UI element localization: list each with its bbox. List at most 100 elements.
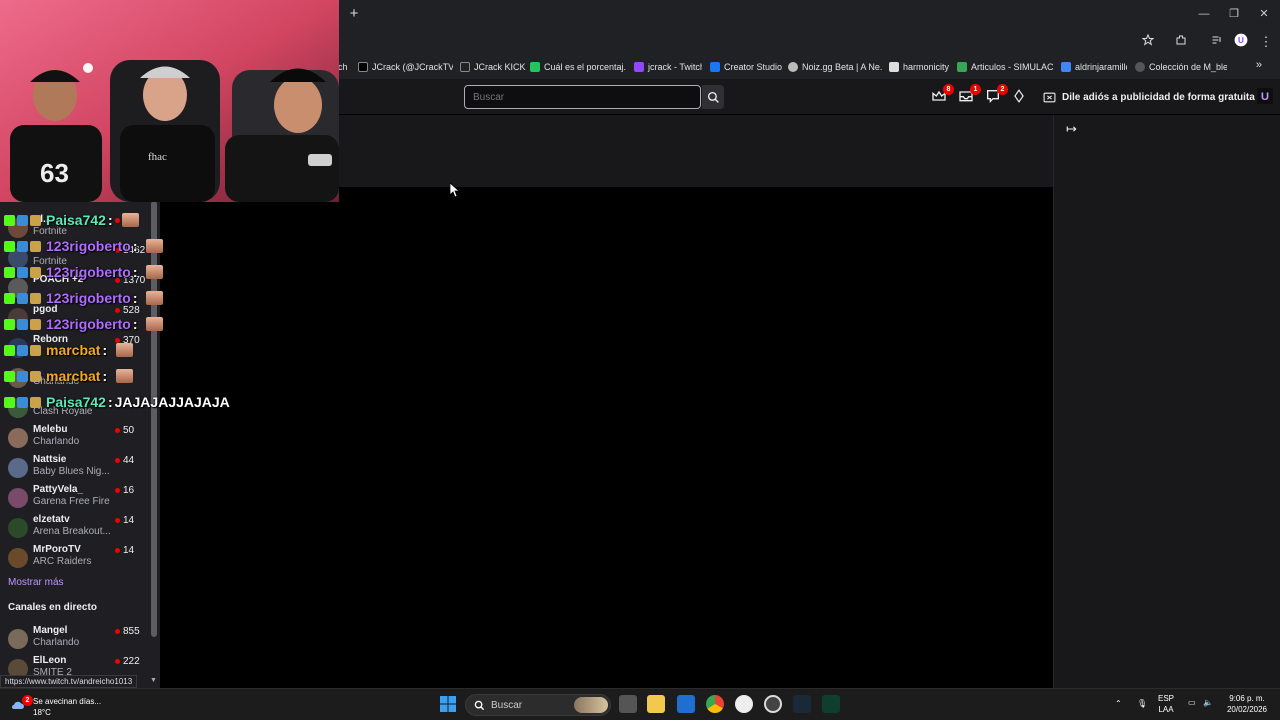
sidebar-channel-item[interactable]: PattyVela_ Garena Free Fire 16 bbox=[0, 482, 150, 512]
bookmarks-more-button[interactable]: » bbox=[1256, 59, 1262, 71]
extensions-icon[interactable] bbox=[1172, 33, 1190, 51]
network-icon[interactable]: ▭ bbox=[1188, 697, 1196, 708]
language-indicator[interactable]: ESP LAA bbox=[1158, 693, 1174, 715]
chat-username: marcbat bbox=[46, 342, 101, 358]
chat-separator: : bbox=[102, 342, 108, 358]
bookmark-item[interactable]: Cuál es el porcentaj... bbox=[530, 60, 626, 74]
taskbar-search[interactable]: Buscar bbox=[465, 694, 611, 716]
chat-separator: : bbox=[132, 238, 138, 254]
viewer-count-value: 16 bbox=[123, 485, 135, 496]
show-more-link[interactable]: Mostrar más bbox=[8, 577, 64, 588]
task-view-icon[interactable] bbox=[619, 695, 637, 713]
scroll-down-arrow-icon[interactable]: ▼ bbox=[150, 677, 157, 684]
kick-badge-icon bbox=[4, 370, 15, 382]
search-input[interactable] bbox=[464, 85, 701, 109]
live-dot-icon bbox=[115, 548, 120, 553]
bookmark-item[interactable]: Articulos - SIMULAC... bbox=[957, 60, 1053, 74]
clock[interactable]: 9:06 p. m. 20/02/2026 bbox=[1222, 693, 1272, 715]
bits-button[interactable] bbox=[1012, 88, 1030, 106]
bookmark-item[interactable]: aldrinjaramillo bbox=[1061, 60, 1127, 74]
webcam-overlay: 63 fhac bbox=[0, 0, 339, 202]
bookmark-star-icon[interactable] bbox=[1139, 33, 1157, 51]
file-explorer-icon[interactable] bbox=[647, 695, 665, 713]
minimize-button[interactable]: — bbox=[1195, 6, 1213, 22]
bookmark-label: JCrack KICKS bbox=[474, 62, 526, 72]
chat-separator: : bbox=[132, 264, 138, 280]
live-dot-icon bbox=[115, 659, 120, 664]
weather-widget[interactable]: 2 Se avecinan días... 18°C bbox=[10, 693, 130, 717]
site-favicon bbox=[1135, 62, 1145, 72]
inbox-button[interactable]: 1 bbox=[958, 84, 981, 106]
channel-name: PattyVela_ bbox=[33, 484, 84, 495]
menu-kebab-icon[interactable]: ⋮ bbox=[1257, 33, 1275, 51]
windows-start-icon[interactable] bbox=[439, 695, 457, 713]
sidebar-channel-item[interactable]: MrPoroTV ARC Raiders 14 bbox=[0, 542, 150, 572]
kick-badge-icon bbox=[4, 318, 15, 330]
maximize-button[interactable]: ❐ bbox=[1225, 6, 1243, 22]
svg-text:U: U bbox=[1238, 36, 1244, 45]
kick-badge-icon bbox=[4, 292, 15, 304]
tray-overflow-chevron-icon[interactable]: ⌃ bbox=[1115, 698, 1122, 709]
bookmark-item[interactable]: Creator Studio bbox=[710, 60, 782, 74]
channel-name: MrPoroTV bbox=[33, 544, 81, 555]
mail-app-icon[interactable] bbox=[677, 695, 695, 713]
subscriber-badge-icon bbox=[17, 240, 28, 252]
profile-icon[interactable]: U bbox=[1232, 33, 1250, 51]
viewer-count: 44 bbox=[115, 455, 134, 466]
viewer-count-value: 222 bbox=[123, 656, 140, 667]
live-dot-icon bbox=[115, 518, 120, 523]
chat-panel: ↦ bbox=[1053, 115, 1280, 688]
gift-badge-icon bbox=[30, 370, 41, 382]
chrome-icon[interactable] bbox=[706, 695, 724, 713]
bookmark-item[interactable]: Noiz.gg Beta | A Ne... bbox=[788, 60, 882, 74]
sidebar-channel-item[interactable]: Melebu Charlando 50 bbox=[0, 422, 150, 452]
chat-emote-icon bbox=[116, 343, 134, 357]
new-tab-button[interactable]: + bbox=[346, 5, 362, 23]
volume-icon[interactable]: 🔈 bbox=[1203, 697, 1213, 708]
sidebar-channel-item[interactable]: elzetatv Arena Breakout... 14 bbox=[0, 512, 150, 542]
chat-message: 123rigoberto : bbox=[4, 287, 164, 309]
bookmark-label: Noiz.gg Beta | A Ne... bbox=[802, 62, 882, 72]
whispers-button[interactable]: 2 bbox=[985, 84, 1008, 106]
messenger-icon[interactable] bbox=[735, 695, 753, 713]
bookmark-label: jcrack - Twitch bbox=[648, 62, 702, 72]
twitch-logo-icon bbox=[634, 62, 644, 72]
chat-message: 123rigoberto : bbox=[4, 235, 164, 257]
bookmark-item[interactable]: JCrack KICKS bbox=[460, 60, 526, 74]
microphone-icon[interactable]: 🎙 bbox=[1137, 698, 1147, 709]
bookmark-item[interactable]: JCrack (@JCrackTV)... bbox=[358, 60, 453, 74]
terminal-app-icon[interactable] bbox=[822, 695, 840, 713]
weather-title: Se avecinan días... bbox=[33, 697, 102, 706]
media-controls-icon[interactable] bbox=[1208, 33, 1226, 51]
collapse-chat-icon[interactable]: ↦ bbox=[1066, 121, 1077, 137]
bookmark-label: Articulos - SIMULAC... bbox=[971, 62, 1053, 72]
channel-game: Baby Blues Nig... bbox=[33, 466, 110, 477]
user-avatar[interactable]: U bbox=[1257, 88, 1273, 104]
steam-icon[interactable] bbox=[793, 695, 811, 713]
bookmark-label: Cuál es el porcentaj... bbox=[544, 62, 626, 72]
prime-badge: 8 bbox=[943, 84, 954, 95]
chat-message: Paisa742 : bbox=[4, 209, 139, 231]
channel-avatar bbox=[8, 488, 28, 508]
screen: + — ❐ ✕ U ⋮ ch JCrack (@JCrackTV)... JCr… bbox=[0, 0, 1280, 720]
sidebar-channel-item[interactable]: Mangel Charlando 855 bbox=[0, 623, 150, 653]
chat-emote-icon bbox=[146, 317, 164, 331]
bookmark-item[interactable]: Colección de M_blei... bbox=[1135, 60, 1227, 74]
site-favicon bbox=[889, 62, 899, 72]
ad-free-button[interactable]: Dile adiós a publicidad de forma gratuit… bbox=[1037, 85, 1261, 109]
search-button[interactable] bbox=[702, 85, 724, 109]
bookmark-item[interactable]: harmonicity bbox=[889, 60, 949, 74]
webcam-people-image: 63 fhac bbox=[0, 0, 339, 202]
bookmark-item[interactable]: jcrack - Twitch bbox=[634, 60, 702, 74]
sidebar-channel-item[interactable]: Nattsie Baby Blues Nig... 44 bbox=[0, 452, 150, 482]
live-dot-icon bbox=[115, 458, 120, 463]
prime-loot-button[interactable]: 8 bbox=[931, 84, 954, 106]
noiz-logo-icon bbox=[788, 62, 798, 72]
chat-username: 123rigoberto bbox=[46, 290, 131, 306]
bookmark-item[interactable]: ch bbox=[338, 60, 356, 74]
video-player-area[interactable] bbox=[160, 187, 1053, 688]
subscriber-badge-icon bbox=[17, 266, 28, 278]
google-docs-icon bbox=[1061, 62, 1071, 72]
close-window-button[interactable]: ✕ bbox=[1255, 6, 1273, 22]
obs-icon[interactable] bbox=[764, 695, 782, 713]
